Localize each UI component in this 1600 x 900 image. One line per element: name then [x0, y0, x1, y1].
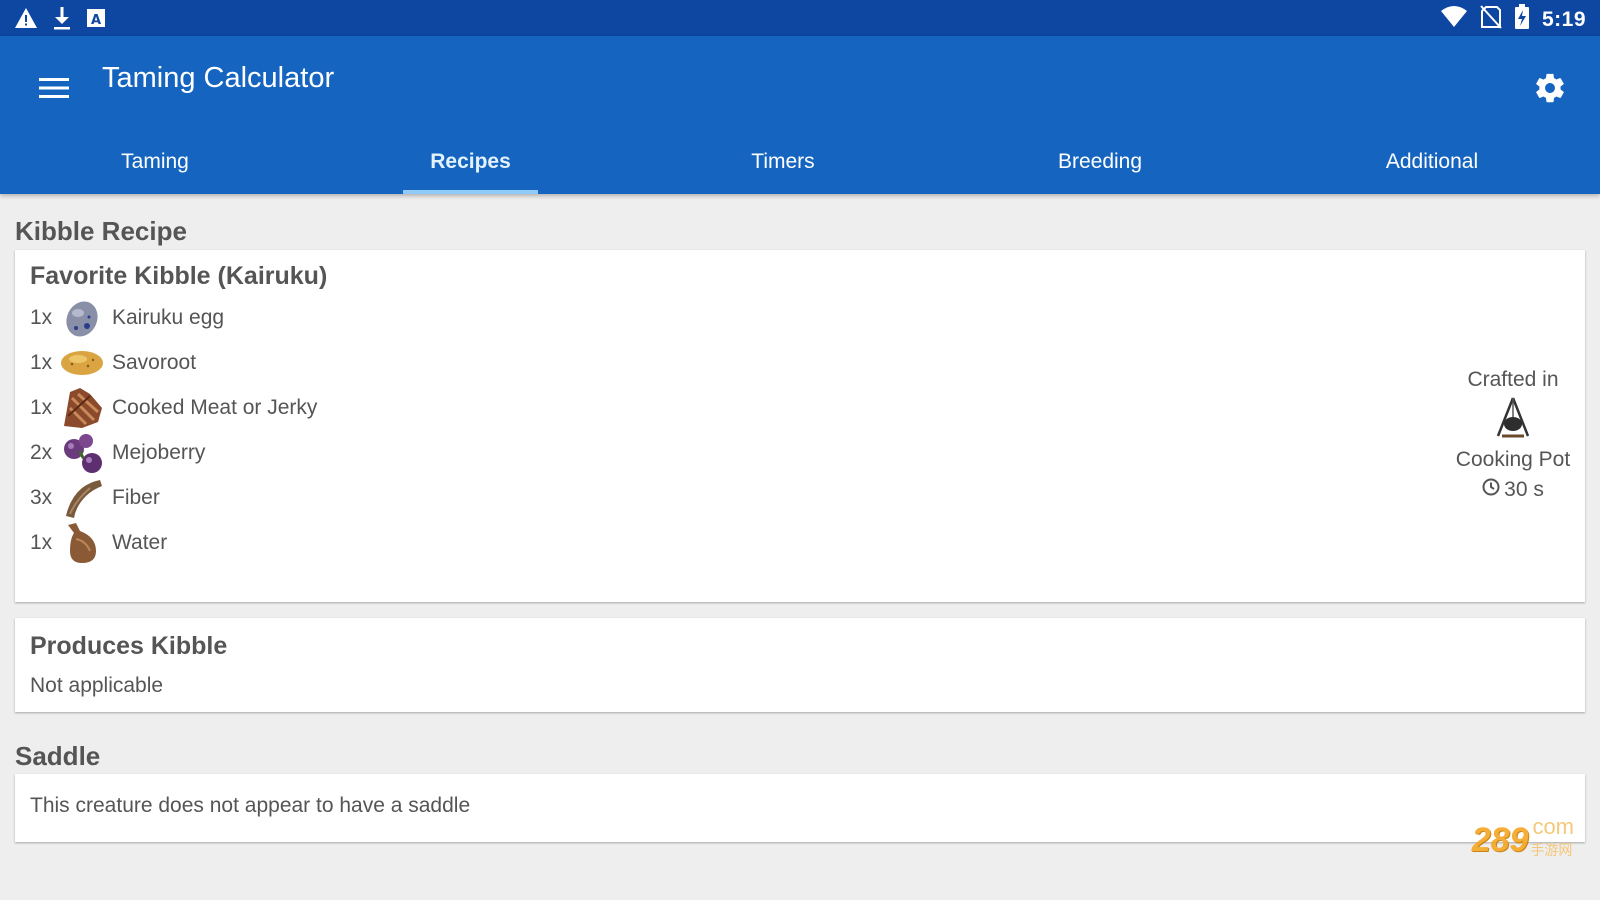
saddle-section-title: Saddle	[15, 741, 101, 771]
battery-icon	[1514, 4, 1530, 35]
ingredient-qty: 1x	[30, 531, 53, 554]
ingredient-row: 1x Kairuku egg	[30, 296, 224, 340]
produces-kibble-value: Not applicable	[30, 674, 164, 697]
ingredient-name: Mejoberry	[112, 441, 206, 464]
cooking-pot-icon	[1490, 396, 1536, 444]
cooked-meat-icon	[60, 386, 104, 430]
ingredient-name: Fiber	[112, 486, 160, 509]
download-icon	[52, 6, 72, 35]
menu-button[interactable]	[30, 66, 78, 114]
ingredient-row: 1x Savoroot	[30, 341, 196, 385]
crafted-in-panel: Crafted in Cooking Pot 30 s	[1453, 368, 1573, 502]
produces-kibble-card: Produces Kibble Not applicable	[15, 618, 1585, 712]
ingredient-name: Savoroot	[112, 351, 197, 374]
ingredient-name: Water	[112, 531, 168, 554]
no-sim-icon	[1480, 5, 1502, 34]
crafted-in-label: Crafted in	[1467, 368, 1559, 391]
menu-icon	[39, 77, 69, 104]
watermark-number: 289	[1471, 821, 1529, 859]
ingredient-qty: 1x	[30, 396, 53, 419]
ingredient-row: 1x Water	[30, 521, 167, 565]
craft-time-value: 30 s	[1504, 478, 1544, 501]
warning-icon	[14, 7, 38, 34]
kibble-recipe-card[interactable]: Favorite Kibble (Kairuku) 1x Kairuku egg…	[15, 250, 1585, 602]
produces-kibble-title: Produces Kibble	[30, 632, 228, 660]
tab-bar: Taming Recipes Timers Breeding Additiona…	[0, 140, 1600, 194]
tab-timers[interactable]: Timers	[660, 140, 906, 194]
app-title: Taming Calculator	[102, 62, 335, 94]
waterskin-icon	[60, 521, 104, 565]
ingredient-name: Kairuku egg	[112, 306, 225, 329]
gear-icon	[1533, 71, 1567, 110]
a-icon: A	[86, 7, 106, 34]
status-right-icons: 5:19	[1440, 4, 1586, 35]
tab-recipes[interactable]: Recipes	[403, 140, 538, 194]
saddle-text: This creature does not appear to have a …	[30, 794, 471, 817]
clock-icon	[1482, 478, 1500, 502]
watermark-logo: 289 com 手游网	[1472, 814, 1574, 860]
ingredient-name: Cooked Meat or Jerky	[112, 396, 318, 419]
kibble-recipe-section-title: Kibble Recipe	[15, 216, 187, 246]
fiber-icon	[60, 476, 104, 520]
ingredient-qty: 2x	[30, 441, 53, 464]
tab-additional[interactable]: Additional	[1300, 140, 1564, 194]
wifi-icon	[1440, 5, 1468, 34]
tab-breeding[interactable]: Breeding	[980, 140, 1220, 194]
app-bar: Taming Calculator Taming Recipes Timers …	[0, 36, 1600, 194]
craft-time: 30 s	[1482, 478, 1544, 502]
tab-taming[interactable]: Taming	[0, 140, 310, 194]
kibble-card-title: Favorite Kibble (Kairuku)	[30, 262, 328, 290]
ingredient-qty: 1x	[30, 306, 53, 329]
mejoberry-icon	[60, 431, 104, 475]
ingredient-qty: 1x	[30, 351, 53, 374]
ingredient-row: 1x Cooked Meat or Jerky	[30, 386, 317, 430]
station-name: Cooking Pot	[1455, 448, 1571, 471]
ingredient-row: 2x Mejoberry	[30, 431, 205, 475]
watermark-suffix: com	[1532, 814, 1574, 839]
watermark-sub: 手游网	[1530, 842, 1573, 858]
status-bar: A 5:19	[0, 0, 1600, 36]
savoroot-icon	[60, 341, 104, 385]
status-left-icons: A	[14, 6, 106, 35]
settings-button[interactable]	[1524, 64, 1576, 116]
ingredient-row: 3x Fiber	[30, 476, 160, 520]
saddle-card: This creature does not appear to have a …	[15, 774, 1585, 842]
egg-icon	[60, 296, 104, 340]
status-time: 5:19	[1541, 7, 1586, 31]
ingredient-qty: 3x	[30, 486, 53, 509]
svg-text:A: A	[91, 13, 101, 28]
